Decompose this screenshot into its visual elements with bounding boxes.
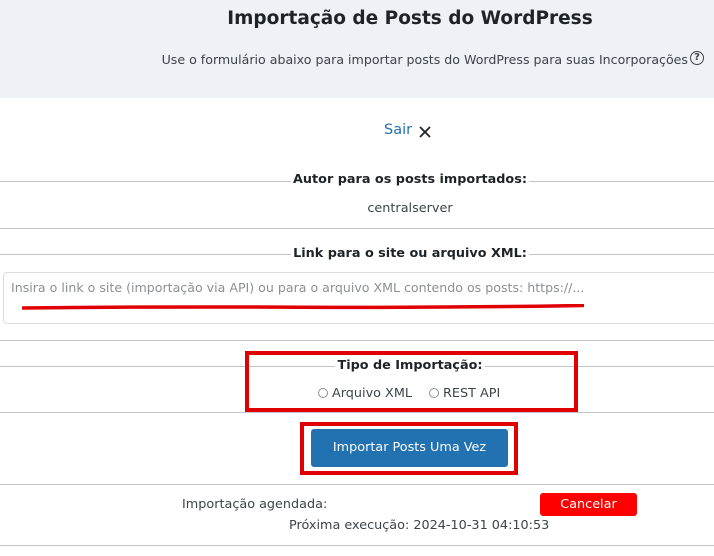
- author-value: centralserver: [367, 201, 453, 216]
- annotation-box: [245, 351, 578, 412]
- page-header: Importação de Posts do WordPress Use o f…: [0, 0, 714, 98]
- page-subtitle: Use o formulário abaixo para importar po…: [161, 52, 688, 67]
- annotation-box: [300, 422, 518, 475]
- close-icon[interactable]: [418, 125, 432, 139]
- divider: [0, 545, 714, 546]
- divider: [0, 412, 714, 413]
- scheduled-import-label: Importação agendada:: [182, 497, 328, 512]
- author-label: Autor para os posts importados:: [0, 172, 714, 187]
- divider: [0, 340, 714, 341]
- divider: [0, 484, 714, 485]
- link-label: Link para o site ou arquivo XML:: [0, 246, 714, 261]
- author-label-text: Autor para os posts importados:: [291, 172, 529, 187]
- url-input-wrap: [3, 272, 714, 324]
- question-circle-icon[interactable]: ?: [690, 51, 704, 65]
- url-input[interactable]: [3, 272, 714, 324]
- divider: [0, 228, 714, 229]
- exit-link[interactable]: Sair: [384, 122, 412, 138]
- cancel-button[interactable]: Cancelar: [540, 493, 637, 516]
- page-title: Importação de Posts do WordPress: [227, 8, 593, 29]
- annotation-underline: [22, 304, 584, 310]
- link-label-text: Link para o site ou arquivo XML:: [291, 246, 529, 261]
- next-run-text: Próxima execução: 2024-10-31 04:10:53: [289, 518, 550, 533]
